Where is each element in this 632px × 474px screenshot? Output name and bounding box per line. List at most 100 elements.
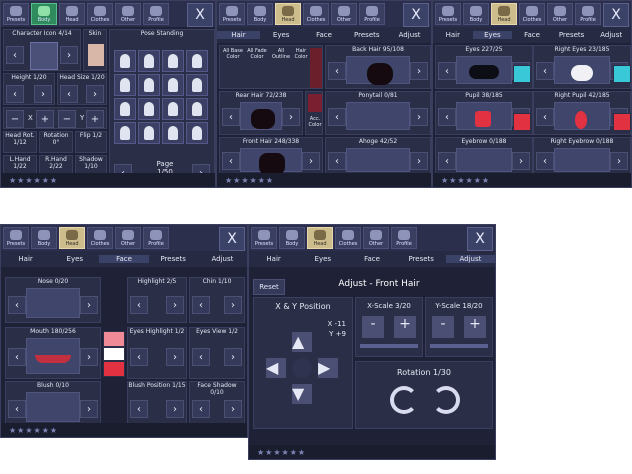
pose-thumb[interactable] [114,122,136,144]
x-scale-minus-button[interactable]: - [362,316,384,338]
dpad-left-button[interactable]: ◀ [266,358,286,378]
y-minus-button[interactable]: − [58,110,76,128]
subtab-adjust[interactable]: Adjust [445,255,495,263]
tab-clothes[interactable]: Clothes [87,3,113,25]
close-button[interactable]: X [187,3,213,27]
tab-other[interactable]: Other [115,3,141,25]
next-button[interactable]: › [166,296,184,314]
subtab-face[interactable]: Face [99,255,149,263]
next-button[interactable]: › [410,108,428,126]
tab-profile[interactable]: Profile [143,3,169,25]
acc-color-swatch[interactable] [308,94,322,112]
pose-thumb[interactable] [186,74,208,96]
pose-thumb[interactable] [186,98,208,120]
prev-button[interactable]: ‹ [536,108,554,126]
tab-profile[interactable]: Profile [359,3,385,25]
tab-other[interactable]: Other [115,227,141,249]
head-size-plus-button[interactable]: › [86,85,104,103]
next-button[interactable]: › [282,108,300,126]
prev-button[interactable]: ‹ [192,400,210,418]
subtab-hair[interactable]: Hair [249,255,298,263]
all-base-color-button[interactable]: All Base Color [222,48,244,66]
pupil-color-swatch[interactable] [513,113,531,131]
next-button[interactable]: › [410,152,428,170]
rotate-ccw-button[interactable] [390,386,418,414]
prev-button[interactable]: ‹ [192,296,210,314]
tab-head[interactable]: Head [491,3,517,25]
tab-presets[interactable]: Presets [251,227,277,249]
all-fade-color-button[interactable]: All Fade Color [246,48,268,66]
next-button[interactable]: › [410,62,428,80]
tab-presets[interactable]: Presets [219,3,245,25]
subtab-presets[interactable]: Presets [552,31,592,39]
next-button[interactable]: › [302,152,320,170]
tab-head[interactable]: Head [59,227,85,249]
subtab-eyes[interactable]: Eyes [298,255,347,263]
x-plus-button[interactable]: + [36,110,54,128]
tab-profile[interactable]: Profile [143,227,169,249]
pose-thumb[interactable] [114,50,136,72]
tab-presets[interactable]: Presets [3,3,29,25]
y-plus-button[interactable]: + [86,110,104,128]
x-scale-slider[interactable] [360,344,418,348]
reset-button[interactable]: Reset [253,279,285,295]
height-minus-button[interactable]: ‹ [6,85,24,103]
rotate-cw-button[interactable] [432,386,460,414]
subtab-eyes[interactable]: Eyes [260,31,303,39]
pose-thumb[interactable] [162,74,184,96]
prev-button[interactable]: ‹ [438,62,456,80]
next-button[interactable]: › [512,152,530,170]
subtab-face[interactable]: Face [347,255,396,263]
dpad-down-button[interactable]: ▼ [292,384,312,404]
tab-other[interactable]: Other [363,227,389,249]
prev-button[interactable]: ‹ [130,348,148,366]
prev-button[interactable]: ‹ [8,296,26,314]
next-button[interactable]: › [224,400,242,418]
next-button[interactable]: › [224,348,242,366]
tab-profile[interactable]: Profile [575,3,601,25]
pose-thumb[interactable] [114,98,136,120]
close-button[interactable]: X [603,3,629,27]
subtab-face[interactable]: Face [303,31,346,39]
x-minus-button[interactable]: − [6,110,24,128]
subtab-presets[interactable]: Presets [397,255,446,263]
dpad-right-button[interactable]: ▶ [318,358,338,378]
prev-button[interactable]: ‹ [222,108,240,126]
next-button[interactable]: › [610,152,628,170]
hair-color-swatch[interactable] [310,48,322,88]
tab-other[interactable]: Other [331,3,357,25]
pose-thumb[interactable] [138,98,160,120]
tab-body[interactable]: Body [31,227,57,249]
pose-thumb[interactable] [114,74,136,96]
pose-thumb[interactable] [186,50,208,72]
all-outline-button[interactable]: All Outline [270,48,292,66]
next-button[interactable]: › [60,46,78,64]
pupil-color-swatch[interactable] [613,113,631,131]
next-button[interactable]: › [166,348,184,366]
skin-swatch[interactable] [88,44,104,66]
prev-button[interactable]: ‹ [328,108,346,126]
pose-thumb[interactable] [162,50,184,72]
subtab-adjust[interactable]: Adjust [591,31,631,39]
prev-button[interactable]: ‹ [536,152,554,170]
prev-button[interactable]: ‹ [438,152,456,170]
height-plus-button[interactable]: › [34,85,52,103]
subtab-adjust[interactable]: Adjust [388,31,431,39]
tab-head[interactable]: Head [275,3,301,25]
tab-presets[interactable]: Presets [435,3,461,25]
prev-button[interactable]: ‹ [438,108,456,126]
subtab-adjust[interactable]: Adjust [198,255,247,263]
pose-thumb[interactable] [138,122,160,144]
subtab-face[interactable]: Face [512,31,552,39]
close-button[interactable]: X [467,227,493,251]
mouth-color-swatch[interactable] [103,347,125,361]
next-button[interactable]: › [80,296,98,314]
close-button[interactable]: X [219,227,245,251]
tab-clothes[interactable]: Clothes [335,227,361,249]
tab-clothes[interactable]: Clothes [87,227,113,249]
subtab-hair[interactable]: Hair [1,255,50,263]
subtab-eyes[interactable]: Eyes [472,31,513,39]
prev-button[interactable]: ‹ [192,348,210,366]
next-button[interactable]: › [224,296,242,314]
prev-button[interactable]: ‹ [6,46,24,64]
